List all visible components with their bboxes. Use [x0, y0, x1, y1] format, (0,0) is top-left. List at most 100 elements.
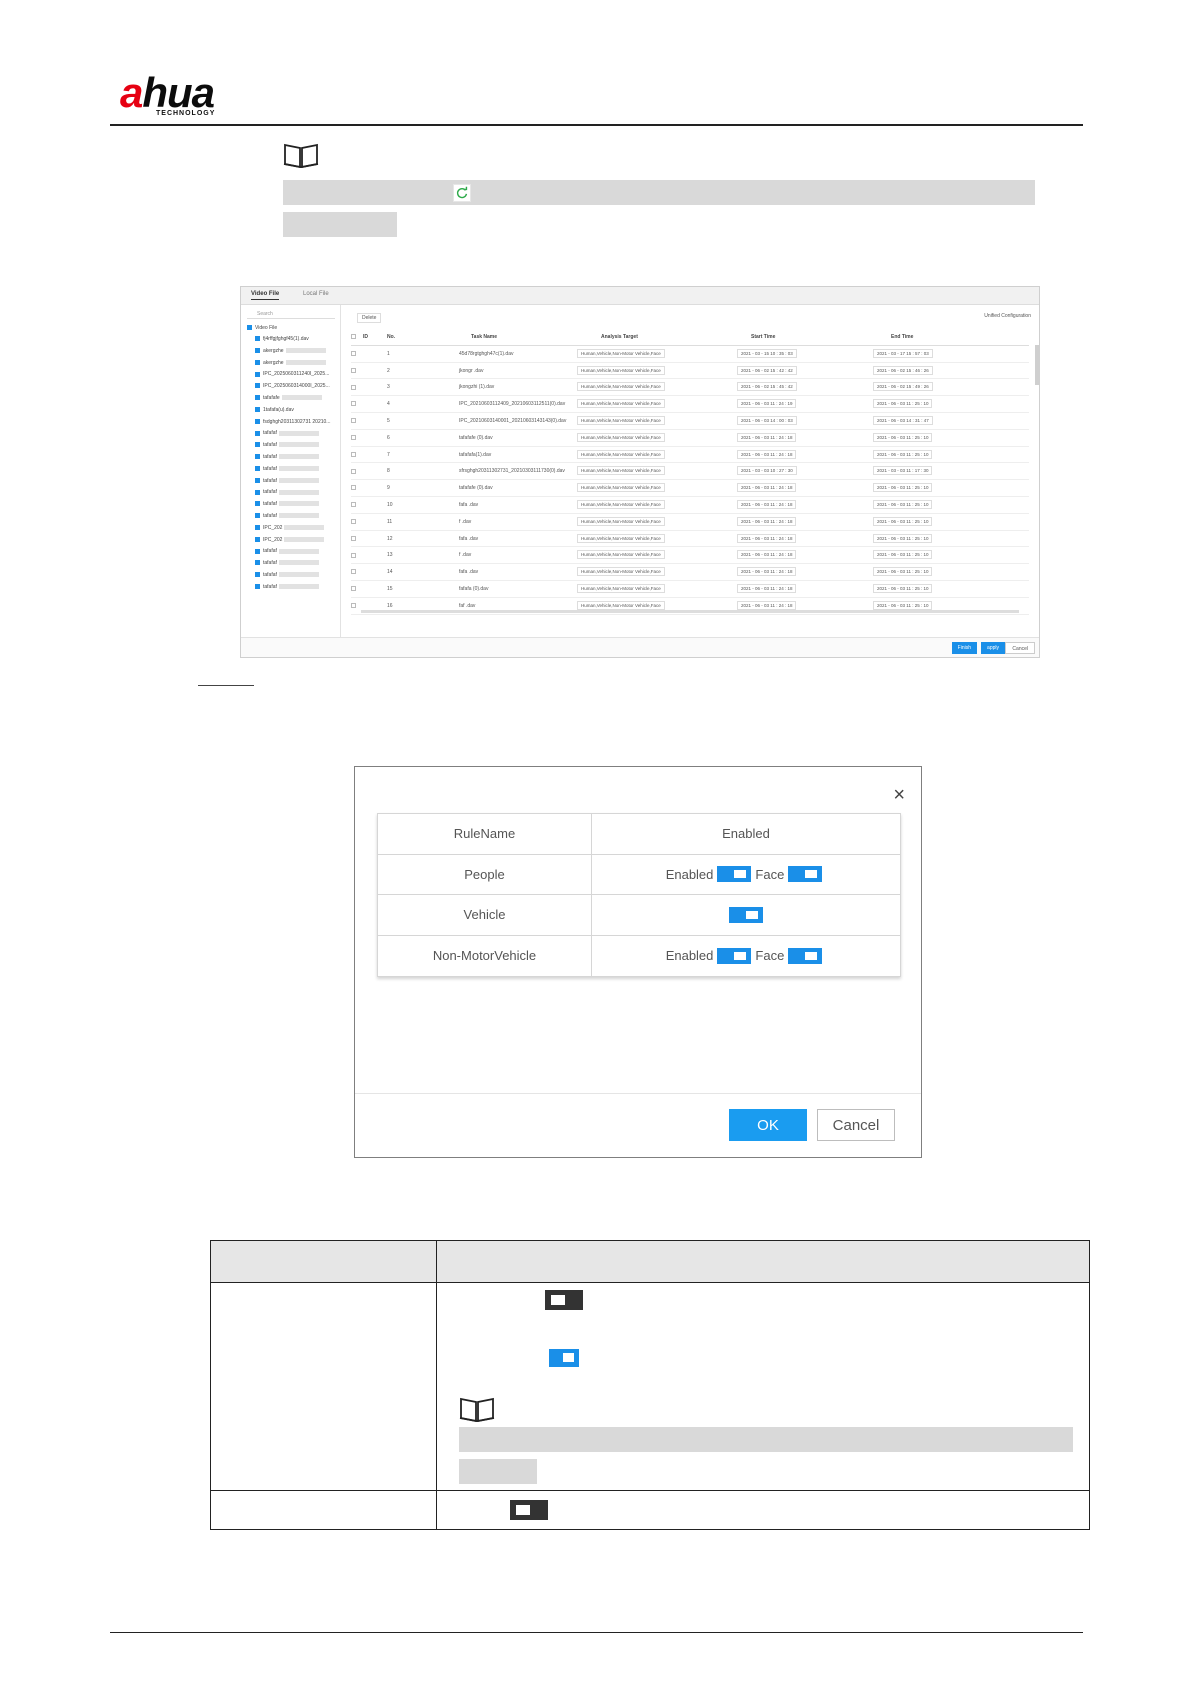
table-row[interactable]: 15 fafafa (0).dav Human,Vehicle,Non-Motor … — [351, 581, 1029, 598]
tree-file-item[interactable]: fj4rffgjfghgf45(1).dav — [255, 336, 309, 342]
tree-file-item[interactable]: 1tafafa(u).dav — [255, 407, 294, 413]
checkbox[interactable] — [255, 336, 260, 342]
end-time-input[interactable]: 2021 - 06 - 03 11 : 25 : 10 — [873, 516, 933, 526]
checkbox[interactable] — [255, 513, 260, 519]
end-time-input[interactable]: 2021 - 03 - 17 15 : 57 : 03 — [873, 348, 933, 358]
tree-file-item[interactable]: tafafaf — [255, 478, 319, 484]
end-time-input[interactable]: 2021 - 06 - 03 11 : 25 : 10 — [873, 567, 933, 577]
tree-file-item[interactable]: fsdghgh20311302731 20210... — [255, 419, 330, 425]
tree-file-item[interactable]: akergzhe — [255, 348, 326, 354]
tree-root[interactable]: Video File — [247, 325, 277, 331]
row-checkbox[interactable] — [351, 552, 359, 558]
start-time-input[interactable]: 2021 - 06 - 03 11 : 24 : 18 — [737, 550, 797, 560]
table-row[interactable]: 13 f .dav Human,Vehicle,Non-Motor Vehicle,… — [351, 547, 1029, 565]
checkbox[interactable] — [255, 465, 260, 471]
start-time-input[interactable]: 2021 - 03 - 03 10 : 27 : 30 — [737, 466, 797, 476]
row-checkbox[interactable] — [351, 586, 359, 592]
tree-file-item[interactable]: tafafafe — [255, 395, 322, 401]
analysis-target-input[interactable]: Human,Vehicle,Non-Motor Vehicle,Face — [577, 516, 665, 526]
tree-file-item[interactable]: tafafaf — [255, 442, 319, 448]
analysis-target-input[interactable]: Human,Vehicle,Non-Motor Vehicle,Face — [577, 466, 665, 476]
tree-search-input[interactable]: Search — [247, 311, 335, 319]
checkbox[interactable] — [255, 418, 260, 424]
end-time-input[interactable]: 2021 - 06 - 03 11 : 25 : 10 — [873, 399, 933, 409]
checkbox[interactable] — [255, 406, 260, 412]
end-time-input[interactable]: 2021 - 06 - 03 11 : 25 : 10 — [873, 550, 933, 560]
apply-button[interactable]: apply — [981, 642, 1005, 654]
close-icon[interactable]: × — [893, 785, 905, 805]
delete-button[interactable]: Delete — [357, 313, 382, 323]
start-time-input[interactable]: 2021 - 06 - 03 11 : 24 : 18 — [737, 483, 797, 493]
start-time-input[interactable]: 2021 - 03 - 15 10 : 35 : 03 — [737, 348, 797, 358]
start-time-input[interactable]: 2021 - 06 - 03 14 : 00 : 03 — [737, 415, 797, 425]
start-time-input[interactable]: 2021 - 06 - 03 11 : 24 : 19 — [737, 399, 797, 409]
vertical-scrollbar[interactable] — [1035, 345, 1039, 385]
analysis-target-input[interactable]: Human,Vehicle,Non-Motor Vehicle,Face — [577, 399, 665, 409]
non-motor-face-toggle[interactable] — [788, 947, 823, 964]
row-checkbox[interactable] — [351, 418, 359, 424]
checkbox[interactable] — [255, 430, 260, 436]
tree-file-item[interactable]: IPC_2025060314000I_2025... — [255, 383, 330, 389]
row-checkbox[interactable] — [351, 518, 359, 525]
analysis-target-input[interactable]: Human,Vehicle,Non-Motor Vehicle,Face — [577, 382, 665, 392]
row-checkbox[interactable] — [351, 485, 359, 491]
start-time-input[interactable]: 2021 - 06 - 02 15 : 42 : 42 — [737, 365, 797, 375]
ok-button[interactable]: OK — [729, 1109, 807, 1141]
tree-file-item[interactable]: tafafaf — [255, 430, 319, 436]
select-all-checkbox[interactable] — [351, 334, 359, 340]
row-checkbox[interactable] — [351, 535, 359, 542]
end-time-input[interactable]: 2021 - 06 - 03 14 : 31 : 47 — [873, 415, 933, 425]
start-time-input[interactable]: 2021 - 06 - 03 11 : 24 : 18 — [737, 432, 797, 442]
tree-file-item[interactable]: tafafaf — [255, 548, 319, 554]
checkbox[interactable] — [255, 442, 260, 448]
analysis-target-input[interactable]: Human,Vehicle,Non-Motor Vehicle,Face — [577, 348, 665, 358]
checkbox[interactable] — [255, 395, 260, 401]
table-row[interactable]: 11 f .dav Human,Vehicle,Non-Motor Vehicle,… — [351, 514, 1029, 531]
end-time-input[interactable]: 2021 - 06 - 03 11 : 25 : 10 — [873, 533, 933, 543]
end-time-input[interactable]: 2021 - 06 - 03 11 : 25 : 10 — [873, 499, 933, 509]
start-time-input[interactable]: 2021 - 06 - 03 11 : 24 : 18 — [737, 533, 797, 543]
table-row[interactable]: 1 45d78rgtghgh47c(1).dav Human,Vehicle,Non… — [351, 346, 1029, 363]
table-row[interactable]: 10 fafa .dav Human,Vehicle,Non-Motor Vehic… — [351, 497, 1029, 514]
tree-file-item[interactable]: tafafaf — [255, 501, 319, 507]
table-row[interactable]: 14 fafa .dav Human,Vehicle,Non-Motor Vehic… — [351, 564, 1029, 581]
tree-file-item[interactable]: IPC_2025060311240I_2025... — [255, 371, 329, 377]
checkbox[interactable] — [255, 572, 260, 578]
checkbox[interactable] — [255, 501, 260, 507]
table-row[interactable]: 9 tafafafe (0).dav Human,Vehicle,Non-Motor… — [351, 480, 1029, 497]
analysis-target-input[interactable]: Human,Vehicle,Non-Motor Vehicle,Face — [577, 365, 665, 375]
table-row[interactable]: 3 jkongzhi (1).dav Human,Vehicle,Non-Motor… — [351, 379, 1029, 397]
row-checkbox[interactable] — [351, 602, 359, 609]
start-time-input[interactable]: 2021 - 06 - 03 11 : 24 : 18 — [737, 600, 797, 610]
analysis-target-input[interactable]: Human,Vehicle,Non-Motor Vehicle,Face — [577, 499, 665, 509]
checkbox[interactable] — [255, 560, 260, 566]
analysis-target-input[interactable]: Human,Vehicle,Non-Motor Vehicle,Face — [577, 483, 665, 493]
row-checkbox[interactable] — [351, 384, 359, 390]
analysis-target-input[interactable]: Human,Vehicle,Non-Motor Vehicle,Face — [577, 415, 665, 425]
row-checkbox[interactable] — [351, 451, 359, 458]
checkbox[interactable] — [255, 548, 260, 554]
tab-video-file[interactable]: Video File — [251, 291, 280, 300]
row-checkbox[interactable] — [351, 569, 359, 575]
checkbox[interactable] — [255, 383, 260, 389]
end-time-input[interactable]: 2021 - 06 - 03 11 : 25 : 10 — [873, 483, 933, 493]
table-row[interactable]: 6 tafafafe (0).dav Human,Vehicle,Non-Motor… — [351, 430, 1029, 447]
start-time-input[interactable]: 2021 - 06 - 03 11 : 24 : 18 — [737, 516, 797, 526]
checkbox[interactable] — [255, 524, 260, 530]
checkbox[interactable] — [255, 347, 260, 353]
tree-file-item[interactable]: tafafaf — [255, 489, 319, 495]
table-row[interactable]: 2 jkongr .dav Human,Vehicle,Non-Motor Vehi… — [351, 363, 1029, 380]
checkbox[interactable] — [247, 325, 252, 331]
analysis-target-input[interactable]: Human,Vehicle,Non-Motor Vehicle,Face — [577, 432, 665, 442]
tree-file-item[interactable]: tafafaf — [255, 584, 319, 590]
analysis-target-input[interactable]: Human,Vehicle,Non-Motor Vehicle,Face — [577, 600, 665, 610]
checkbox[interactable] — [255, 583, 260, 589]
table-row[interactable]: 5 IPC_20210603140001_20210603143143(0).da… — [351, 413, 1029, 430]
checkbox[interactable] — [255, 536, 260, 542]
end-time-input[interactable]: 2021 - 06 - 02 15 : 46 : 26 — [873, 365, 933, 375]
tree-file-item[interactable]: IPC_202 — [255, 524, 325, 531]
analysis-target-input[interactable]: Human,Vehicle,Non-Motor Vehicle,Face — [577, 567, 665, 577]
table-row[interactable]: 8 sfrsghgh20311302731_20210303111730(0).d… — [351, 463, 1029, 481]
checkbox[interactable] — [255, 477, 260, 483]
start-time-input[interactable]: 2021 - 06 - 02 15 : 45 : 42 — [737, 382, 797, 392]
